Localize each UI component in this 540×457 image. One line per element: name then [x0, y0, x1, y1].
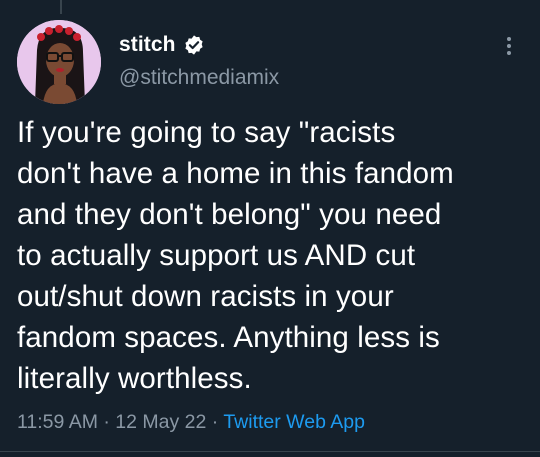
tweet-meta: 11:59 AM · 12 May 22 · Twitter Web App: [17, 411, 365, 434]
author-display-name-row[interactable]: stitch: [119, 33, 205, 57]
more-options-icon[interactable]: [497, 34, 521, 58]
divider: [0, 451, 540, 452]
author-handle[interactable]: @stitchmediamix: [119, 66, 279, 90]
more-dot: [507, 51, 511, 55]
tweet-source-link[interactable]: Twitter Web App: [223, 411, 365, 433]
meta-separator: ·: [97, 411, 116, 433]
thread-connector-line: [60, 0, 62, 14]
meta-separator: ·: [206, 411, 224, 433]
verified-badge-icon: [184, 35, 203, 55]
tweet-time[interactable]: 11:59 AM: [17, 411, 98, 433]
tweet-date[interactable]: 12 May 22: [115, 411, 206, 433]
tweet-text: If you're going to say "racists don't ha…: [17, 116, 454, 395]
avatar[interactable]: [17, 20, 101, 104]
author-display-name[interactable]: stitch: [119, 33, 176, 57]
more-dot: [507, 44, 511, 48]
more-dot: [507, 37, 511, 41]
avatar-image: [17, 20, 101, 104]
